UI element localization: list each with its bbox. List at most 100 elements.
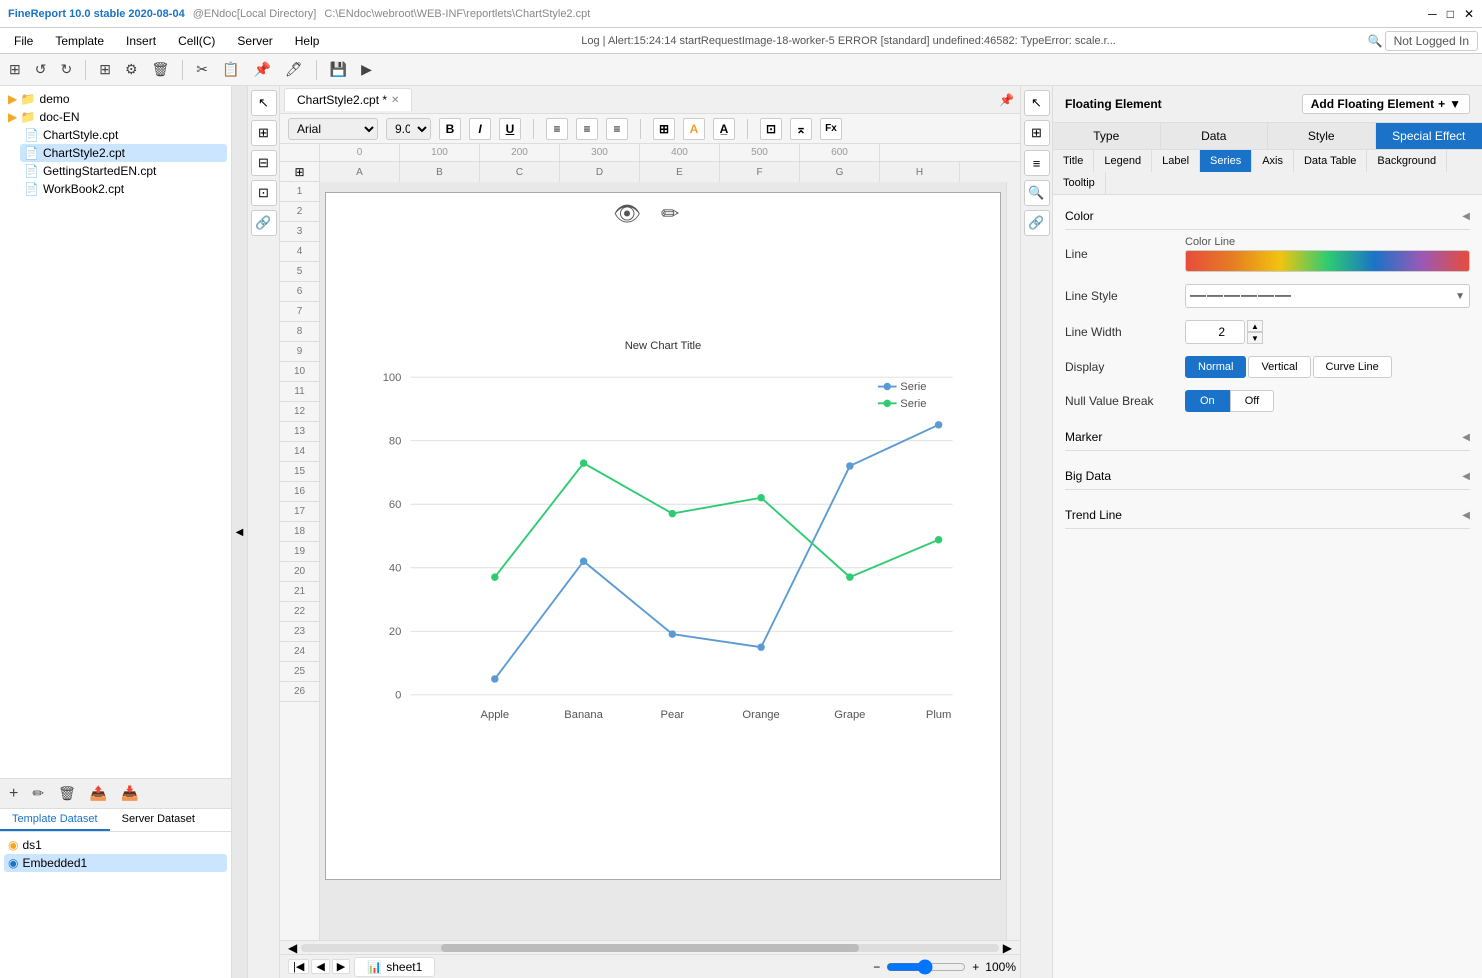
- underline-btn[interactable]: U: [499, 118, 521, 140]
- subtab-label[interactable]: Label: [1152, 150, 1200, 172]
- tree-item-chartstyle[interactable]: 📄 ChartStyle.cpt: [20, 126, 227, 144]
- rtool-layers[interactable]: ≡: [1024, 150, 1050, 176]
- toolbar-settings[interactable]: ⚙: [120, 59, 143, 80]
- doc-tab-close[interactable]: ✕: [391, 95, 399, 106]
- col-header-h[interactable]: H: [880, 162, 960, 182]
- doc-tab-chartstyle2[interactable]: ChartStyle2.cpt * ✕: [284, 88, 412, 111]
- col-header-a[interactable]: A: [320, 162, 400, 182]
- toolbar-paste[interactable]: 📌: [248, 59, 275, 80]
- col-header-e[interactable]: E: [640, 162, 720, 182]
- subtab-data-table[interactable]: Data Table: [1294, 150, 1367, 172]
- zoom-minus-btn[interactable]: −: [873, 960, 880, 974]
- maximize-btn[interactable]: □: [1447, 7, 1454, 21]
- col-header-b[interactable]: B: [400, 162, 480, 182]
- subtab-series[interactable]: Series: [1200, 150, 1252, 172]
- line-width-up[interactable]: ▲: [1247, 320, 1263, 332]
- section-color-title[interactable]: Color ◀: [1065, 203, 1470, 230]
- close-btn[interactable]: ✕: [1464, 7, 1474, 21]
- add-floating-element-btn[interactable]: Add Floating Element + ▼: [1302, 94, 1470, 114]
- menu-template[interactable]: Template: [45, 32, 114, 50]
- sheet-nav-first[interactable]: |◀: [288, 959, 309, 974]
- italic-btn[interactable]: I: [469, 118, 491, 140]
- font-color-btn[interactable]: A̲: [713, 118, 735, 140]
- subtab-legend[interactable]: Legend: [1094, 150, 1152, 172]
- menu-insert[interactable]: Insert: [116, 32, 166, 50]
- display-curve-line-btn[interactable]: Curve Line: [1313, 356, 1392, 378]
- tab-style[interactable]: Style: [1268, 123, 1376, 149]
- h-scroll-right[interactable]: ▶: [1003, 941, 1012, 955]
- subtab-axis[interactable]: Axis: [1252, 150, 1294, 172]
- align-right-btn[interactable]: ≡: [606, 118, 628, 140]
- display-vertical-btn[interactable]: Vertical: [1248, 356, 1310, 378]
- dataset-item-ds1[interactable]: ◉ ds1: [4, 836, 227, 854]
- dataset-edit-btn[interactable]: ✏: [27, 783, 49, 804]
- toolbar-save[interactable]: 💾: [325, 59, 352, 80]
- border-btn[interactable]: ⊞: [653, 118, 675, 140]
- toolbar-format-painter[interactable]: 🖊: [280, 59, 308, 80]
- null-break-on-btn[interactable]: On: [1185, 390, 1230, 412]
- zoom-slider[interactable]: [886, 959, 966, 975]
- null-break-off-btn[interactable]: Off: [1230, 390, 1274, 412]
- dataset-export-btn[interactable]: 📤: [85, 783, 112, 804]
- login-status[interactable]: Not Logged In: [1385, 31, 1478, 51]
- line-style-dropdown[interactable]: —————— ▼: [1185, 284, 1470, 308]
- display-normal-btn[interactable]: Normal: [1185, 356, 1246, 378]
- search-icon[interactable]: 🔍: [1368, 34, 1383, 48]
- tree-item-doc-en[interactable]: ▶ 📁 doc-EN: [4, 108, 227, 126]
- tab-type[interactable]: Type: [1053, 123, 1161, 149]
- line-width-input[interactable]: [1185, 320, 1245, 344]
- bold-btn[interactable]: B: [439, 118, 461, 140]
- merge-btn[interactable]: ⊡: [760, 118, 782, 140]
- line-width-down[interactable]: ▼: [1247, 332, 1263, 344]
- sheet-nav-prev[interactable]: ◀: [311, 959, 329, 974]
- minimize-btn[interactable]: ─: [1428, 7, 1437, 21]
- tree-item-demo[interactable]: ▶ 📁 demo: [4, 90, 227, 108]
- color-swatch[interactable]: [1185, 250, 1470, 272]
- horizontal-scrollbar[interactable]: ◀ ▶: [280, 940, 1020, 954]
- subtab-title[interactable]: Title: [1053, 150, 1094, 172]
- formula-btn[interactable]: Fx: [820, 118, 842, 140]
- fill-color-btn[interactable]: A: [683, 118, 705, 140]
- tree-item-getting-started[interactable]: 📄 GettingStartedEN.cpt: [20, 162, 227, 180]
- col-header-g[interactable]: G: [800, 162, 880, 182]
- section-trend-line-title[interactable]: Trend Line ◀: [1065, 502, 1470, 529]
- toolbar-redo[interactable]: ↻: [55, 59, 77, 80]
- section-marker-title[interactable]: Marker ◀: [1065, 424, 1470, 451]
- tab-data[interactable]: Data: [1161, 123, 1269, 149]
- window-controls[interactable]: ─ □ ✕: [1428, 7, 1474, 21]
- dataset-item-embedded1[interactable]: ◉ Embedded1: [4, 854, 227, 872]
- tab-special-effect[interactable]: Special Effect: [1376, 123, 1482, 149]
- toolbar-grid[interactable]: ⊞: [94, 59, 116, 80]
- align-left-btn[interactable]: ≡: [546, 118, 568, 140]
- subtab-tooltip[interactable]: Tooltip: [1053, 172, 1106, 194]
- chart-container[interactable]: 👁 ✏ New Chart Title: [325, 192, 1001, 880]
- rtool-select[interactable]: ↖: [1024, 90, 1050, 116]
- tree-item-workbook2[interactable]: 📄 WorkBook2.cpt: [20, 180, 227, 198]
- sheet-nav-next[interactable]: ▶: [332, 959, 350, 974]
- rtool-grid2[interactable]: ⊞: [1024, 120, 1050, 146]
- align-center-btn[interactable]: ≡: [576, 118, 598, 140]
- vtool-zoom-in[interactable]: ⊞: [251, 120, 277, 146]
- dataset-delete-btn[interactable]: 🗑: [53, 783, 81, 804]
- toolbar-delete[interactable]: 🗑: [147, 59, 175, 80]
- rtool-link2[interactable]: 🔗: [1024, 210, 1050, 236]
- font-select[interactable]: Arial: [288, 118, 378, 140]
- col-header-c[interactable]: C: [480, 162, 560, 182]
- chart-eye-icon[interactable]: 👁: [613, 201, 641, 227]
- left-panel-collapse[interactable]: ◀: [232, 86, 248, 978]
- tab-template-dataset[interactable]: Template Dataset: [0, 809, 110, 831]
- h-scroll-left[interactable]: ◀: [288, 941, 297, 955]
- vtool-zoom-out[interactable]: ⊟: [251, 150, 277, 176]
- section-big-data-title[interactable]: Big Data ◀: [1065, 463, 1470, 490]
- toolbar-cut[interactable]: ✂: [191, 59, 213, 80]
- wordwrap-btn[interactable]: ⌅: [790, 118, 812, 140]
- chart-edit-icon[interactable]: ✏: [661, 201, 679, 227]
- menu-server[interactable]: Server: [227, 32, 282, 50]
- toolbar-undo[interactable]: ↺: [30, 59, 52, 80]
- col-header-d[interactable]: D: [560, 162, 640, 182]
- vtool-link[interactable]: 🔗: [251, 210, 277, 236]
- rtool-zoom[interactable]: 🔍: [1024, 180, 1050, 206]
- vtool-select[interactable]: ↖: [251, 90, 277, 116]
- menu-cell[interactable]: Cell(C): [168, 32, 225, 50]
- zoom-plus-btn[interactable]: +: [972, 960, 979, 974]
